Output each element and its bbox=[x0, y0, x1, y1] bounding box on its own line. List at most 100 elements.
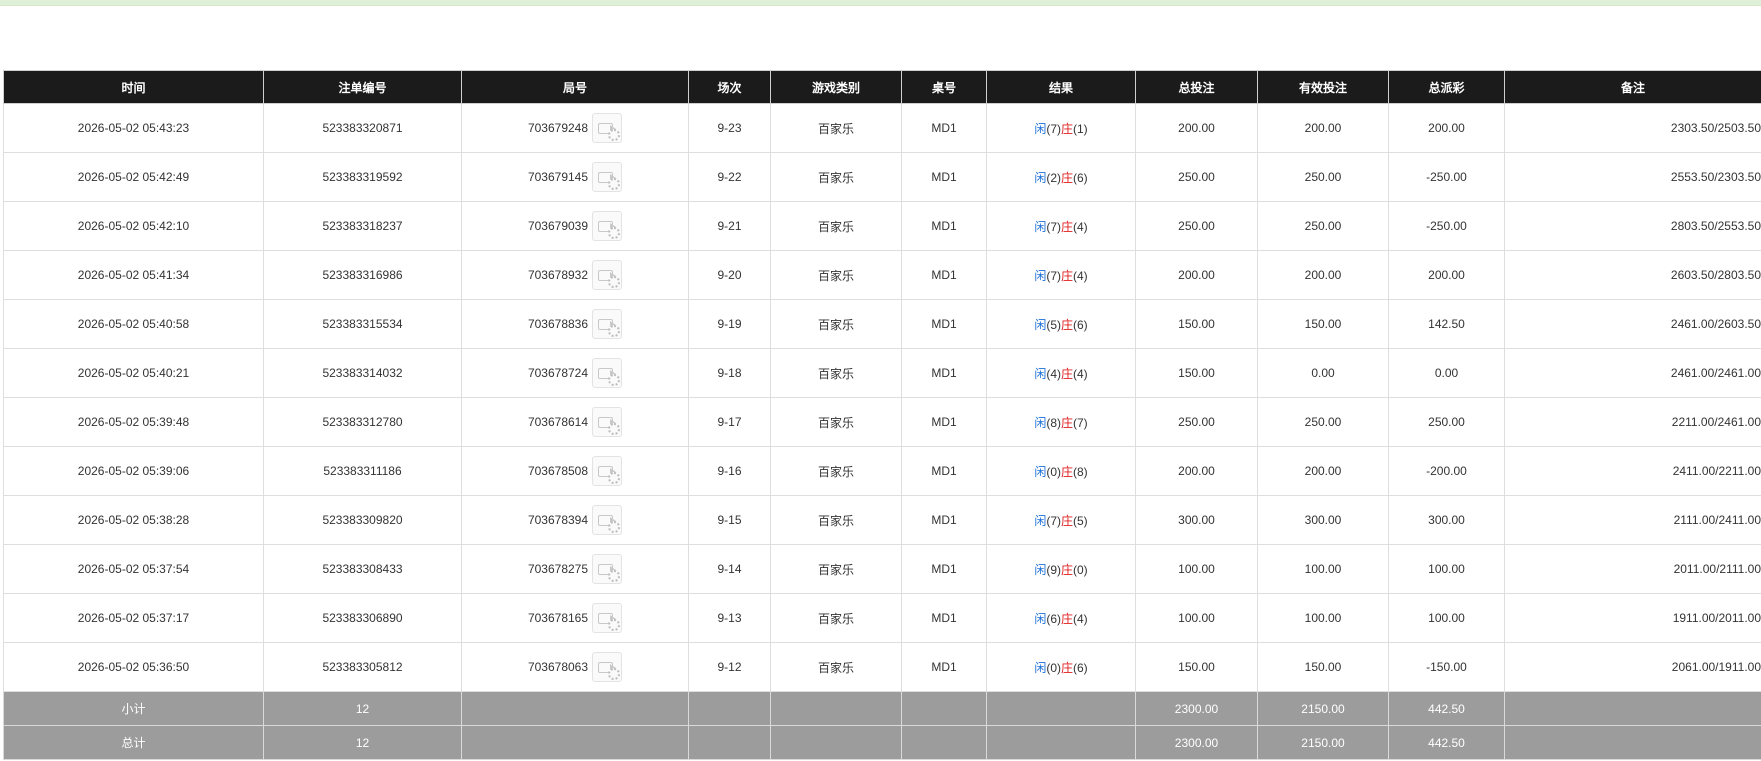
cell-game-type: 百家乐 bbox=[770, 348, 902, 398]
cell-time: 2026-05-02 05:39:48 bbox=[3, 397, 264, 447]
video-replay-icon[interactable] bbox=[592, 113, 623, 143]
col-header-remark[interactable]: 备注 bbox=[1504, 70, 1761, 104]
cell-shoe: 9-15 bbox=[688, 495, 771, 545]
cell-payout: -250.00 bbox=[1388, 201, 1505, 251]
cell-remark: 2411.00/2211.00 bbox=[1504, 446, 1761, 496]
video-replay-icon[interactable] bbox=[592, 358, 623, 388]
cell-round: 703678508 bbox=[461, 446, 689, 496]
cell-total-bet: 200.00 bbox=[1135, 446, 1258, 496]
result-player-label: 闲 bbox=[1034, 464, 1047, 479]
cell-valid-bet: 250.00 bbox=[1257, 397, 1389, 447]
col-header-total-bet[interactable]: 总投注 bbox=[1135, 70, 1258, 104]
cell-shoe: 9-12 bbox=[688, 642, 771, 692]
cell-time: 2026-05-02 05:42:10 bbox=[3, 201, 264, 251]
col-header-bet-id[interactable]: 注单编号 bbox=[263, 70, 462, 104]
video-replay-icon[interactable] bbox=[592, 162, 623, 192]
total-valid-bet: 2150.00 bbox=[1257, 725, 1389, 760]
cell-game-type: 百家乐 bbox=[770, 250, 902, 300]
result-banker-label: 庄 bbox=[1061, 268, 1074, 283]
cell-table-no: MD1 bbox=[901, 593, 987, 643]
cell-shoe: 9-23 bbox=[688, 103, 771, 153]
round-number: 703679039 bbox=[527, 219, 589, 233]
cell-game-type: 百家乐 bbox=[770, 593, 902, 643]
cell-table-no: MD1 bbox=[901, 250, 987, 300]
round-number: 703678063 bbox=[527, 660, 589, 674]
subtotal-payout: 442.50 bbox=[1388, 691, 1505, 726]
cell-valid-bet: 150.00 bbox=[1257, 299, 1389, 349]
col-header-shoe[interactable]: 场次 bbox=[688, 70, 771, 104]
cell-total-bet: 200.00 bbox=[1135, 250, 1258, 300]
subtotal-empty-cell bbox=[688, 691, 771, 726]
cell-round: 703678932 bbox=[461, 250, 689, 300]
cell-total-bet: 250.00 bbox=[1135, 397, 1258, 447]
total-empty-cell bbox=[901, 725, 987, 760]
result-banker-label: 庄 bbox=[1061, 513, 1074, 528]
result-banker-points: (4) bbox=[1073, 366, 1088, 381]
round-number: 703678394 bbox=[527, 513, 589, 527]
cell-valid-bet: 250.00 bbox=[1257, 152, 1389, 202]
cell-shoe: 9-13 bbox=[688, 593, 771, 643]
col-header-game-type[interactable]: 游戏类别 bbox=[770, 70, 902, 104]
table-header-row: 时间 注单编号 局号 场次 游戏类别 桌号 结果 总投注 有效投注 总派彩 备注 bbox=[3, 70, 1761, 104]
video-replay-icon[interactable] bbox=[592, 456, 623, 486]
round-number: 703678614 bbox=[527, 415, 589, 429]
col-header-payout[interactable]: 总派彩 bbox=[1388, 70, 1505, 104]
cell-table-no: MD1 bbox=[901, 397, 987, 447]
col-header-result[interactable]: 结果 bbox=[986, 70, 1136, 104]
video-replay-icon[interactable] bbox=[592, 407, 623, 437]
cell-result: 闲(5)庄(6) bbox=[986, 299, 1136, 349]
cell-result: 闲(7)庄(1) bbox=[986, 103, 1136, 153]
cell-bet-id: 523383306890 bbox=[263, 593, 462, 643]
video-replay-icon[interactable] bbox=[592, 211, 623, 241]
cell-round: 703678724 bbox=[461, 348, 689, 398]
total-empty-cell bbox=[770, 725, 902, 760]
col-header-valid-bet[interactable]: 有效投注 bbox=[1257, 70, 1389, 104]
cell-time: 2026-05-02 05:39:06 bbox=[3, 446, 264, 496]
subtotal-total-bet: 2300.00 bbox=[1135, 691, 1258, 726]
video-replay-icon[interactable] bbox=[592, 505, 623, 535]
cell-payout: 142.50 bbox=[1388, 299, 1505, 349]
cell-remark: 2011.00/2111.00 bbox=[1504, 544, 1761, 594]
result-player-points: (7) bbox=[1046, 219, 1061, 234]
cell-game-type: 百家乐 bbox=[770, 299, 902, 349]
table-row: 2026-05-02 05:39:48 523383312780 703678614… bbox=[3, 397, 1761, 447]
col-header-time[interactable]: 时间 bbox=[3, 70, 264, 104]
cell-bet-id: 523383305812 bbox=[263, 642, 462, 692]
col-header-round[interactable]: 局号 bbox=[461, 70, 689, 104]
cell-table-no: MD1 bbox=[901, 348, 987, 398]
result-player-points: (0) bbox=[1046, 464, 1061, 479]
cell-result: 闲(7)庄(5) bbox=[986, 495, 1136, 545]
cell-total-bet: 100.00 bbox=[1135, 544, 1258, 594]
result-player-label: 闲 bbox=[1034, 660, 1047, 675]
cell-total-bet: 300.00 bbox=[1135, 495, 1258, 545]
result-banker-label: 庄 bbox=[1061, 121, 1074, 136]
video-replay-icon[interactable] bbox=[592, 260, 623, 290]
round-number: 703678724 bbox=[527, 366, 589, 380]
video-replay-icon[interactable] bbox=[592, 652, 623, 682]
cell-table-no: MD1 bbox=[901, 299, 987, 349]
cell-time: 2026-05-02 05:38:28 bbox=[3, 495, 264, 545]
subtotal-label: 小计 bbox=[3, 691, 264, 726]
cell-remark: 1911.00/2011.00 bbox=[1504, 593, 1761, 643]
cell-payout: 200.00 bbox=[1388, 103, 1505, 153]
video-replay-icon[interactable] bbox=[592, 554, 623, 584]
cell-remark: 2803.50/2553.50 bbox=[1504, 201, 1761, 251]
video-replay-icon[interactable] bbox=[592, 309, 623, 339]
total-label: 总计 bbox=[3, 725, 264, 760]
cell-valid-bet: 200.00 bbox=[1257, 250, 1389, 300]
cell-round: 703679145 bbox=[461, 152, 689, 202]
cell-game-type: 百家乐 bbox=[770, 152, 902, 202]
col-header-table-no[interactable]: 桌号 bbox=[901, 70, 987, 104]
cell-payout: 250.00 bbox=[1388, 397, 1505, 447]
result-player-label: 闲 bbox=[1034, 317, 1047, 332]
video-replay-icon[interactable] bbox=[592, 603, 623, 633]
cell-game-type: 百家乐 bbox=[770, 544, 902, 594]
cell-valid-bet: 200.00 bbox=[1257, 103, 1389, 153]
round-number: 703678932 bbox=[527, 268, 589, 282]
cell-shoe: 9-16 bbox=[688, 446, 771, 496]
result-player-label: 闲 bbox=[1034, 170, 1047, 185]
cell-bet-id: 523383308433 bbox=[263, 544, 462, 594]
table-row: 2026-05-02 05:38:28 523383309820 703678394… bbox=[3, 495, 1761, 545]
table-row: 2026-05-02 05:37:17 523383306890 703678165… bbox=[3, 593, 1761, 643]
subtotal-empty-cell bbox=[901, 691, 987, 726]
